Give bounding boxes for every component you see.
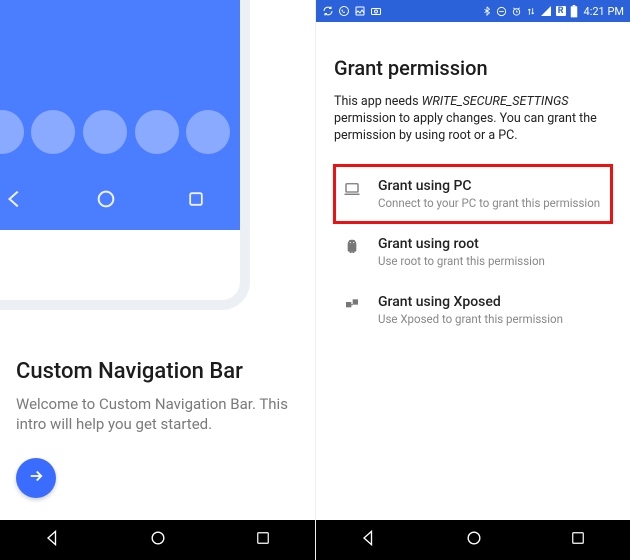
hero-illustration <box>0 0 315 335</box>
battery-icon <box>570 5 578 18</box>
system-navbar <box>316 520 630 560</box>
intro-body: Welcome to Custom Navigation Bar. This i… <box>16 394 299 435</box>
arrow-right-icon <box>27 467 45 489</box>
recents-icon <box>186 189 206 213</box>
app-dot <box>31 110 75 154</box>
app-dot <box>186 110 230 154</box>
permission-screen: R 4:21 PM Grant permission This app need… <box>315 0 630 560</box>
home-icon[interactable] <box>148 528 168 552</box>
laptop-icon <box>342 178 362 198</box>
recents-icon[interactable] <box>254 529 272 551</box>
option-title: Grant using Xposed <box>378 294 563 310</box>
status-bar: R 4:21 PM <box>316 0 630 22</box>
back-icon[interactable] <box>43 528 63 552</box>
dnd-icon <box>496 6 507 17</box>
whatsapp-icon <box>338 5 350 17</box>
mock-navbar <box>0 175 240 227</box>
option-grant-pc[interactable]: Grant using PC Connect to your PC to gra… <box>334 165 612 223</box>
option-grant-root[interactable]: Grant using root Use root to grant this … <box>334 223 612 281</box>
option-subtitle: Use root to grant this permission <box>378 254 545 268</box>
system-navbar <box>0 520 315 560</box>
alarm-icon <box>511 6 522 17</box>
home-icon <box>95 188 117 214</box>
option-subtitle: Connect to your PC to grant this permiss… <box>378 196 600 210</box>
signal-icon <box>540 5 552 17</box>
module-icon <box>342 294 362 312</box>
intro-screen: Custom Navigation Bar Welcome to Custom … <box>0 0 315 560</box>
bluetooth-icon <box>482 5 492 17</box>
option-subtitle: Use Xposed to grant this permission <box>378 312 563 326</box>
android-icon <box>342 236 362 254</box>
option-title: Grant using root <box>378 236 545 252</box>
status-time: 4:21 PM <box>584 5 624 18</box>
page-title: Grant permission <box>334 56 612 80</box>
arrows-icon <box>526 6 536 17</box>
app-dot <box>0 110 24 154</box>
home-icon[interactable] <box>464 528 484 552</box>
intro-title: Custom Navigation Bar <box>16 359 299 384</box>
camera-icon <box>370 5 382 17</box>
next-button[interactable] <box>16 458 56 498</box>
sync-icon <box>322 5 334 17</box>
network-badge: R <box>556 6 566 16</box>
page-description: This app needs WRITE_SECURE_SETTINGS per… <box>334 94 612 145</box>
back-icon <box>4 188 26 214</box>
recents-icon[interactable] <box>569 529 587 551</box>
back-icon[interactable] <box>359 528 379 552</box>
option-grant-xposed[interactable]: Grant using Xposed Use Xposed to grant t… <box>334 281 612 339</box>
app-dot <box>83 110 127 154</box>
image-icon <box>354 5 366 17</box>
app-dot <box>135 110 179 154</box>
option-title: Grant using PC <box>378 178 600 194</box>
